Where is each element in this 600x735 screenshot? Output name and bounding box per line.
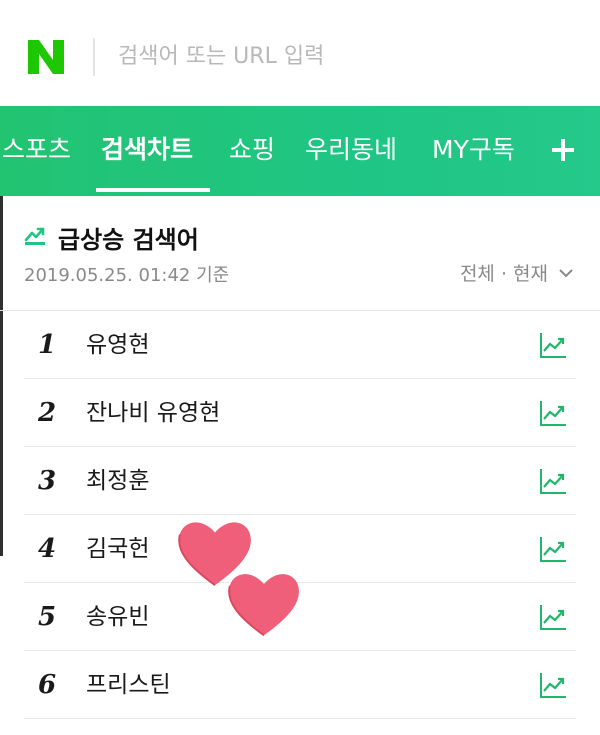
trend-chart-icon[interactable] [538, 602, 568, 632]
rank-number: 3 [38, 466, 57, 496]
section-title: 급상승 검색어 [58, 226, 199, 254]
trend-chart-icon[interactable] [538, 330, 568, 360]
trend-chart-icon[interactable] [538, 466, 568, 496]
chevron-down-icon [559, 268, 573, 277]
ranking-row[interactable]: 1 유영현 [24, 311, 576, 379]
rank-number: 4 [38, 534, 57, 564]
trend-chart-icon[interactable] [538, 398, 568, 428]
naver-logo[interactable] [26, 38, 66, 76]
ranking-list: 1 유영현 2 잔나비 유영현 3 최정훈 4 김국헌 5 송유빈 6 프리스틴 [24, 311, 576, 719]
rising-chart-icon [24, 227, 45, 245]
rank-number: 5 [38, 602, 57, 632]
ranking-row[interactable]: 6 프리스틴 [24, 651, 576, 719]
keyword-link[interactable]: 김국헌 [86, 515, 149, 583]
left-edge-bar [0, 196, 3, 556]
filter-label: 전체 · 현재 [459, 263, 548, 285]
heart-sticker [228, 574, 299, 637]
filter-dropdown[interactable]: 전체 · 현재 [460, 259, 574, 286]
ranking-row[interactable]: 3 최정훈 [24, 447, 576, 515]
tab-neighborhood[interactable]: 우리동네 [305, 106, 397, 196]
tab-shopping[interactable]: 쇼핑 [229, 106, 275, 196]
tab-search-chart[interactable]: 검색차트 [101, 106, 193, 196]
active-tab-indicator [96, 188, 210, 192]
trend-chart-icon[interactable] [538, 670, 568, 700]
keyword-link[interactable]: 송유빈 [86, 583, 149, 651]
trend-chart-icon[interactable] [538, 534, 568, 564]
timestamp: 2019.05.25. 01:42 기준 [24, 265, 230, 286]
keyword-link[interactable]: 프리스틴 [86, 651, 171, 719]
rank-number: 2 [38, 398, 57, 428]
ranking-row[interactable]: 2 잔나비 유영현 [24, 379, 576, 447]
keyword-link[interactable]: 유영현 [86, 311, 149, 379]
search-input[interactable]: 검색어 또는 URL 입력 [118, 38, 324, 76]
plus-icon[interactable] [548, 132, 578, 168]
rank-number: 6 [38, 670, 57, 700]
rank-number: 1 [38, 330, 57, 360]
search-separator [93, 38, 95, 76]
tab-sports[interactable]: 스포츠 [2, 106, 71, 196]
search-bar[interactable]: 검색어 또는 URL 입력 [0, 0, 600, 106]
tab-my-subscription[interactable]: MY구독 [432, 106, 515, 196]
keyword-link[interactable]: 잔나비 유영현 [86, 379, 220, 447]
keyword-link[interactable]: 최정훈 [86, 447, 149, 515]
